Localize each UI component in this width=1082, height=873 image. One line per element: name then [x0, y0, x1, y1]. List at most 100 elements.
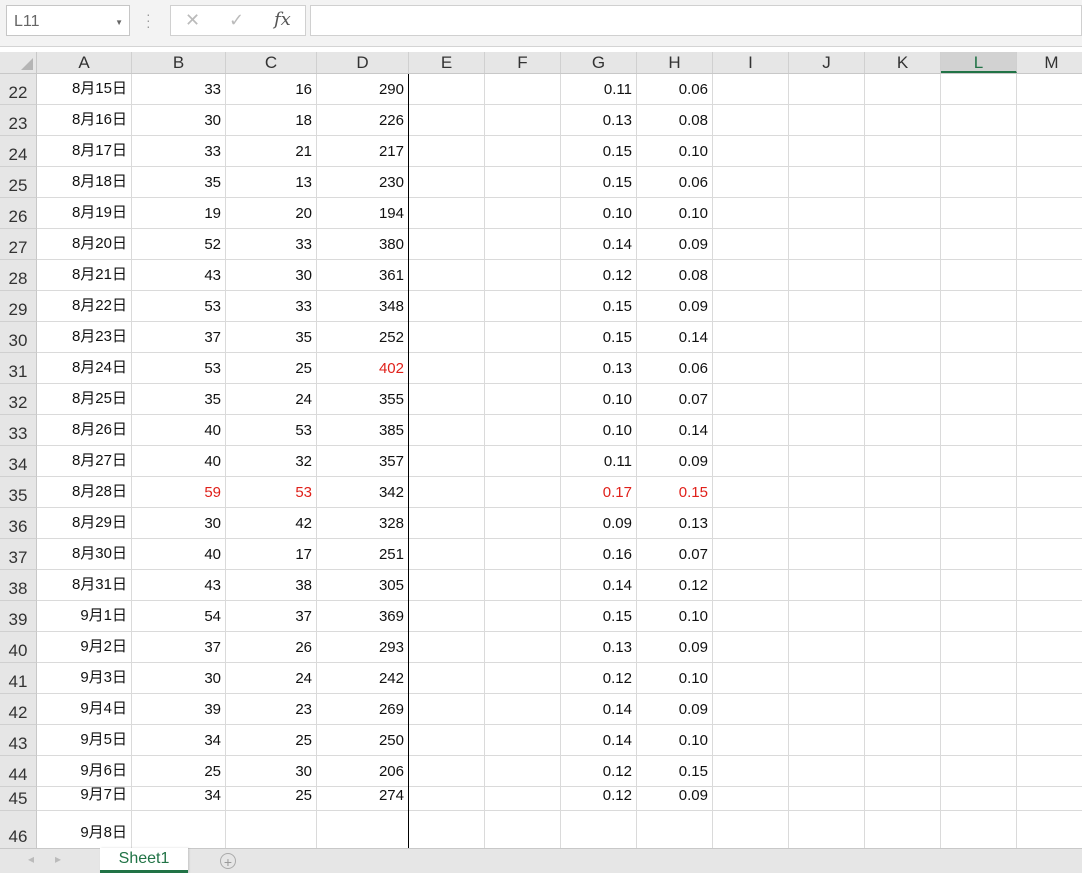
cell-l23[interactable] — [941, 105, 1017, 136]
cell-c23[interactable]: 18 — [226, 105, 317, 136]
cell-k46[interactable] — [865, 811, 941, 848]
cell-d32[interactable]: 355 — [317, 384, 409, 415]
cell-m42[interactable] — [1017, 694, 1082, 725]
cell-e39[interactable] — [409, 601, 485, 632]
cell-l34[interactable] — [941, 446, 1017, 477]
cell-a31[interactable]: 8月24日 — [37, 353, 132, 384]
cell-f24[interactable] — [485, 136, 561, 167]
cell-l41[interactable] — [941, 663, 1017, 694]
row-header[interactable]: 28 — [0, 260, 37, 291]
cell-m33[interactable] — [1017, 415, 1082, 446]
cell-k36[interactable] — [865, 508, 941, 539]
cell-c34[interactable]: 32 — [226, 446, 317, 477]
cell-d34[interactable]: 357 — [317, 446, 409, 477]
cell-g36[interactable]: 0.09 — [561, 508, 637, 539]
cell-b41[interactable]: 30 — [132, 663, 226, 694]
cell-e24[interactable] — [409, 136, 485, 167]
cell-d26[interactable]: 194 — [317, 198, 409, 229]
cell-e41[interactable] — [409, 663, 485, 694]
cell-m30[interactable] — [1017, 322, 1082, 353]
cell-k31[interactable] — [865, 353, 941, 384]
cell-j44[interactable] — [789, 756, 865, 787]
row-header[interactable]: 35 — [0, 477, 37, 508]
column-header-c[interactable]: C — [226, 52, 317, 73]
cell-h30[interactable]: 0.14 — [637, 322, 713, 353]
cell-e45[interactable] — [409, 787, 485, 811]
cell-d41[interactable]: 242 — [317, 663, 409, 694]
cell-h40[interactable]: 0.09 — [637, 632, 713, 663]
cell-h24[interactable]: 0.10 — [637, 136, 713, 167]
cell-h22[interactable]: 0.06 — [637, 74, 713, 105]
cell-a38[interactable]: 8月31日 — [37, 570, 132, 601]
cell-b28[interactable]: 43 — [132, 260, 226, 291]
cell-d40[interactable]: 293 — [317, 632, 409, 663]
cell-k43[interactable] — [865, 725, 941, 756]
row-header[interactable]: 31 — [0, 353, 37, 384]
cell-g39[interactable]: 0.15 — [561, 601, 637, 632]
cell-l40[interactable] — [941, 632, 1017, 663]
cell-g22[interactable]: 0.11 — [561, 74, 637, 105]
cell-g32[interactable]: 0.10 — [561, 384, 637, 415]
cell-h35[interactable]: 0.15 — [637, 477, 713, 508]
cell-b39[interactable]: 54 — [132, 601, 226, 632]
cell-h42[interactable]: 0.09 — [637, 694, 713, 725]
cell-j41[interactable] — [789, 663, 865, 694]
cell-b26[interactable]: 19 — [132, 198, 226, 229]
cell-m37[interactable] — [1017, 539, 1082, 570]
cell-f22[interactable] — [485, 74, 561, 105]
cell-e23[interactable] — [409, 105, 485, 136]
cell-c36[interactable]: 42 — [226, 508, 317, 539]
cell-e37[interactable] — [409, 539, 485, 570]
cell-c46[interactable] — [226, 811, 317, 848]
column-header-j[interactable]: J — [789, 52, 865, 73]
close-icon[interactable]: ✕ — [185, 10, 200, 31]
formula-bar-grip-icon[interactable]: · · · — [146, 7, 151, 33]
cell-c37[interactable]: 17 — [226, 539, 317, 570]
cell-m27[interactable] — [1017, 229, 1082, 260]
cell-k42[interactable] — [865, 694, 941, 725]
column-header-d[interactable]: D — [317, 52, 409, 73]
cell-b22[interactable]: 33 — [132, 74, 226, 105]
cell-g24[interactable]: 0.15 — [561, 136, 637, 167]
cell-i22[interactable] — [713, 74, 789, 105]
row-header[interactable]: 25 — [0, 167, 37, 198]
cell-h32[interactable]: 0.07 — [637, 384, 713, 415]
cell-g46[interactable] — [561, 811, 637, 848]
cell-h46[interactable] — [637, 811, 713, 848]
cell-a24[interactable]: 8月17日 — [37, 136, 132, 167]
cell-m31[interactable] — [1017, 353, 1082, 384]
cell-d27[interactable]: 380 — [317, 229, 409, 260]
cell-b36[interactable]: 30 — [132, 508, 226, 539]
cell-a42[interactable]: 9月4日 — [37, 694, 132, 725]
cell-e29[interactable] — [409, 291, 485, 322]
cell-m28[interactable] — [1017, 260, 1082, 291]
column-header-e[interactable]: E — [409, 52, 485, 73]
cell-a28[interactable]: 8月21日 — [37, 260, 132, 291]
cell-k26[interactable] — [865, 198, 941, 229]
cell-m46[interactable] — [1017, 811, 1082, 848]
cell-i33[interactable] — [713, 415, 789, 446]
cell-l32[interactable] — [941, 384, 1017, 415]
cell-b42[interactable]: 39 — [132, 694, 226, 725]
column-header-m[interactable]: M — [1017, 52, 1082, 73]
cell-f38[interactable] — [485, 570, 561, 601]
cell-l28[interactable] — [941, 260, 1017, 291]
cell-f27[interactable] — [485, 229, 561, 260]
cell-m39[interactable] — [1017, 601, 1082, 632]
sheet-tab-sheet1[interactable]: Sheet1 — [100, 848, 188, 873]
cell-e46[interactable] — [409, 811, 485, 848]
cell-k39[interactable] — [865, 601, 941, 632]
cell-h38[interactable]: 0.12 — [637, 570, 713, 601]
cell-j37[interactable] — [789, 539, 865, 570]
cell-a32[interactable]: 8月25日 — [37, 384, 132, 415]
cell-h25[interactable]: 0.06 — [637, 167, 713, 198]
cell-a45[interactable]: 9月7日 — [37, 786, 132, 811]
cell-l36[interactable] — [941, 508, 1017, 539]
cell-b43[interactable]: 34 — [132, 725, 226, 756]
cell-g23[interactable]: 0.13 — [561, 105, 637, 136]
cell-b40[interactable]: 37 — [132, 632, 226, 663]
cell-m44[interactable] — [1017, 756, 1082, 787]
cell-i32[interactable] — [713, 384, 789, 415]
cell-b35[interactable]: 59 — [132, 477, 226, 508]
row-header[interactable]: 40 — [0, 632, 37, 663]
